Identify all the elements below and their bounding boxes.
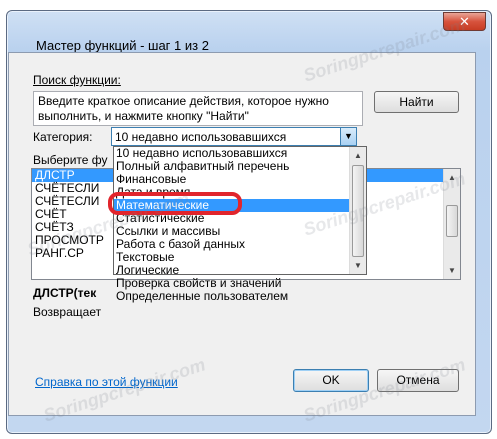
- dropdown-scroll-thumb[interactable]: [352, 165, 364, 257]
- function-list-label: Выберите фу: [33, 153, 108, 167]
- help-link[interactable]: Справка по этой функции: [35, 375, 178, 389]
- scroll-down-icon[interactable]: ▼: [350, 257, 366, 274]
- category-label: Категория:: [33, 130, 93, 144]
- annotation-highlight-ring: [108, 192, 242, 215]
- function-list-scrollbar[interactable]: ▲ ▼: [443, 169, 460, 279]
- category-select[interactable]: 10 недавно использовавшихся ▼: [111, 127, 357, 146]
- function-signature: ДЛСТР(тек: [33, 286, 97, 300]
- dropdown-scrollbar[interactable]: ▲ ▼: [349, 147, 366, 274]
- scroll-up-icon[interactable]: ▲: [444, 169, 460, 186]
- chevron-down-icon[interactable]: ▼: [340, 128, 356, 145]
- find-button-label: Найти: [399, 95, 434, 109]
- scroll-up-icon[interactable]: ▲: [350, 147, 366, 164]
- window-title: Мастер функций - шаг 1 из 2: [36, 38, 209, 53]
- search-label: Поиск функции:: [33, 73, 121, 87]
- cancel-button-label: Отмена: [396, 373, 440, 387]
- ok-button[interactable]: OK: [293, 369, 369, 392]
- ok-button-label: OK: [322, 373, 340, 387]
- close-icon: ✕: [459, 14, 470, 29]
- cancel-button[interactable]: Отмена: [377, 369, 459, 392]
- close-button[interactable]: ✕: [443, 12, 486, 31]
- search-input[interactable]: Введите краткое описание действия, котор…: [33, 91, 363, 126]
- function-description: Возвращает: [33, 305, 102, 319]
- scroll-down-icon[interactable]: ▼: [444, 262, 460, 279]
- find-button[interactable]: Найти: [374, 91, 459, 113]
- category-selected-value: 10 недавно использовавшихся: [115, 130, 287, 144]
- category-option[interactable]: Определенные пользователем: [114, 290, 349, 303]
- scroll-thumb[interactable]: [446, 205, 458, 237]
